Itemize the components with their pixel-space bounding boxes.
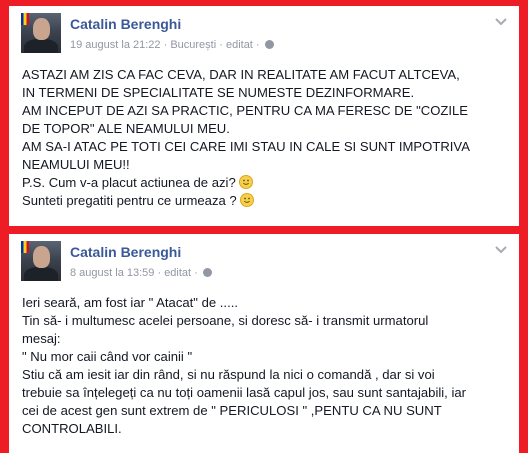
meta-separator: · [191,267,201,279]
meta-separator: · [252,39,263,51]
avatar[interactable] [21,13,61,53]
post-location[interactable]: București [170,39,216,51]
post-line-with-emoji: P.S. Cum v-a placut actiunea de azi? [22,174,511,192]
meta-separator: · [160,39,171,51]
post-line: " Nu mor caii când vor cainii " [22,349,193,364]
smiley-icon [239,193,254,207]
post-line: Ieri seară, am fost iar " Atacat" de ...… [22,295,238,310]
flag-icon [21,241,29,253]
smiley-icon [238,175,253,189]
globe-icon[interactable] [202,268,212,277]
post-line: ASTAZI AM ZIS CA FAC CEVA, DAR IN REALIT… [22,67,460,82]
avatar[interactable] [21,241,61,281]
chevron-down-icon[interactable] [495,18,507,28]
flag-icon [21,13,29,25]
avatar-face [33,18,50,40]
post-line: DE TOPOR" ALE NEAMULUI MEU. [22,121,230,136]
post-line: Tin să- i multumesc acelei persoane, si … [22,313,429,328]
avatar-face [33,246,50,268]
meta-separator: · [154,267,165,279]
post-date[interactable]: 19 august la 21:22 [70,39,161,51]
post-line: trebuie sa înțelegeți ca nu toți oamenii… [22,385,466,400]
post-line: mesaj: [22,331,61,346]
post-line: AM SA-I ATAC PE TOTI CEI CARE IMI STAU I… [22,139,470,154]
post-line: CONTROLABILI. [22,421,122,436]
author-name[interactable]: Catalin Berenghi [70,16,181,32]
post-line: Stiu că am iesit iar din rând, si nu răs… [22,367,435,382]
post-line: IN TERMENI DE SPECIALITATE SE NUMESTE DE… [22,85,415,100]
globe-icon[interactable] [264,40,274,49]
post-meta: 8 august la 13:59 · editat · [70,267,212,279]
post-body: Ieri seară, am fost iar " Atacat" de ...… [22,294,511,438]
post-line: NEAMULUI MEU!! [22,157,130,172]
post-line: Sunteti pregatiti pentru ce urmeaza ? [22,193,237,208]
post-date[interactable]: 8 august la 13:59 [70,267,154,279]
post-meta: 19 august la 21:22 · București · editat … [70,39,274,51]
post-line-with-emoji: Sunteti pregatiti pentru ce urmeaza ? [22,192,511,210]
avatar-shoulders [24,39,58,53]
post-line: P.S. Cum v-a placut actiunea de azi? [22,175,236,190]
avatar-shoulders [24,267,58,281]
post-body: ASTAZI AM ZIS CA FAC CEVA, DAR IN REALIT… [22,66,511,210]
author-name[interactable]: Catalin Berenghi [70,244,181,260]
post-line: cei de acest gen sunt extrem de " PERICU… [22,403,442,418]
meta-separator: · [216,39,226,51]
post-line: AM INCEPUT DE AZI SA PRACTIC, PENTRU CA … [22,103,469,118]
chevron-down-icon[interactable] [495,246,507,256]
edited-label[interactable]: editat [164,267,191,279]
facebook-post: Catalin Berenghi 19 august la 21:22 · Bu… [9,6,519,226]
edited-label[interactable]: editat [226,39,253,51]
facebook-post: Catalin Berenghi 8 august la 13:59 · edi… [9,234,519,453]
